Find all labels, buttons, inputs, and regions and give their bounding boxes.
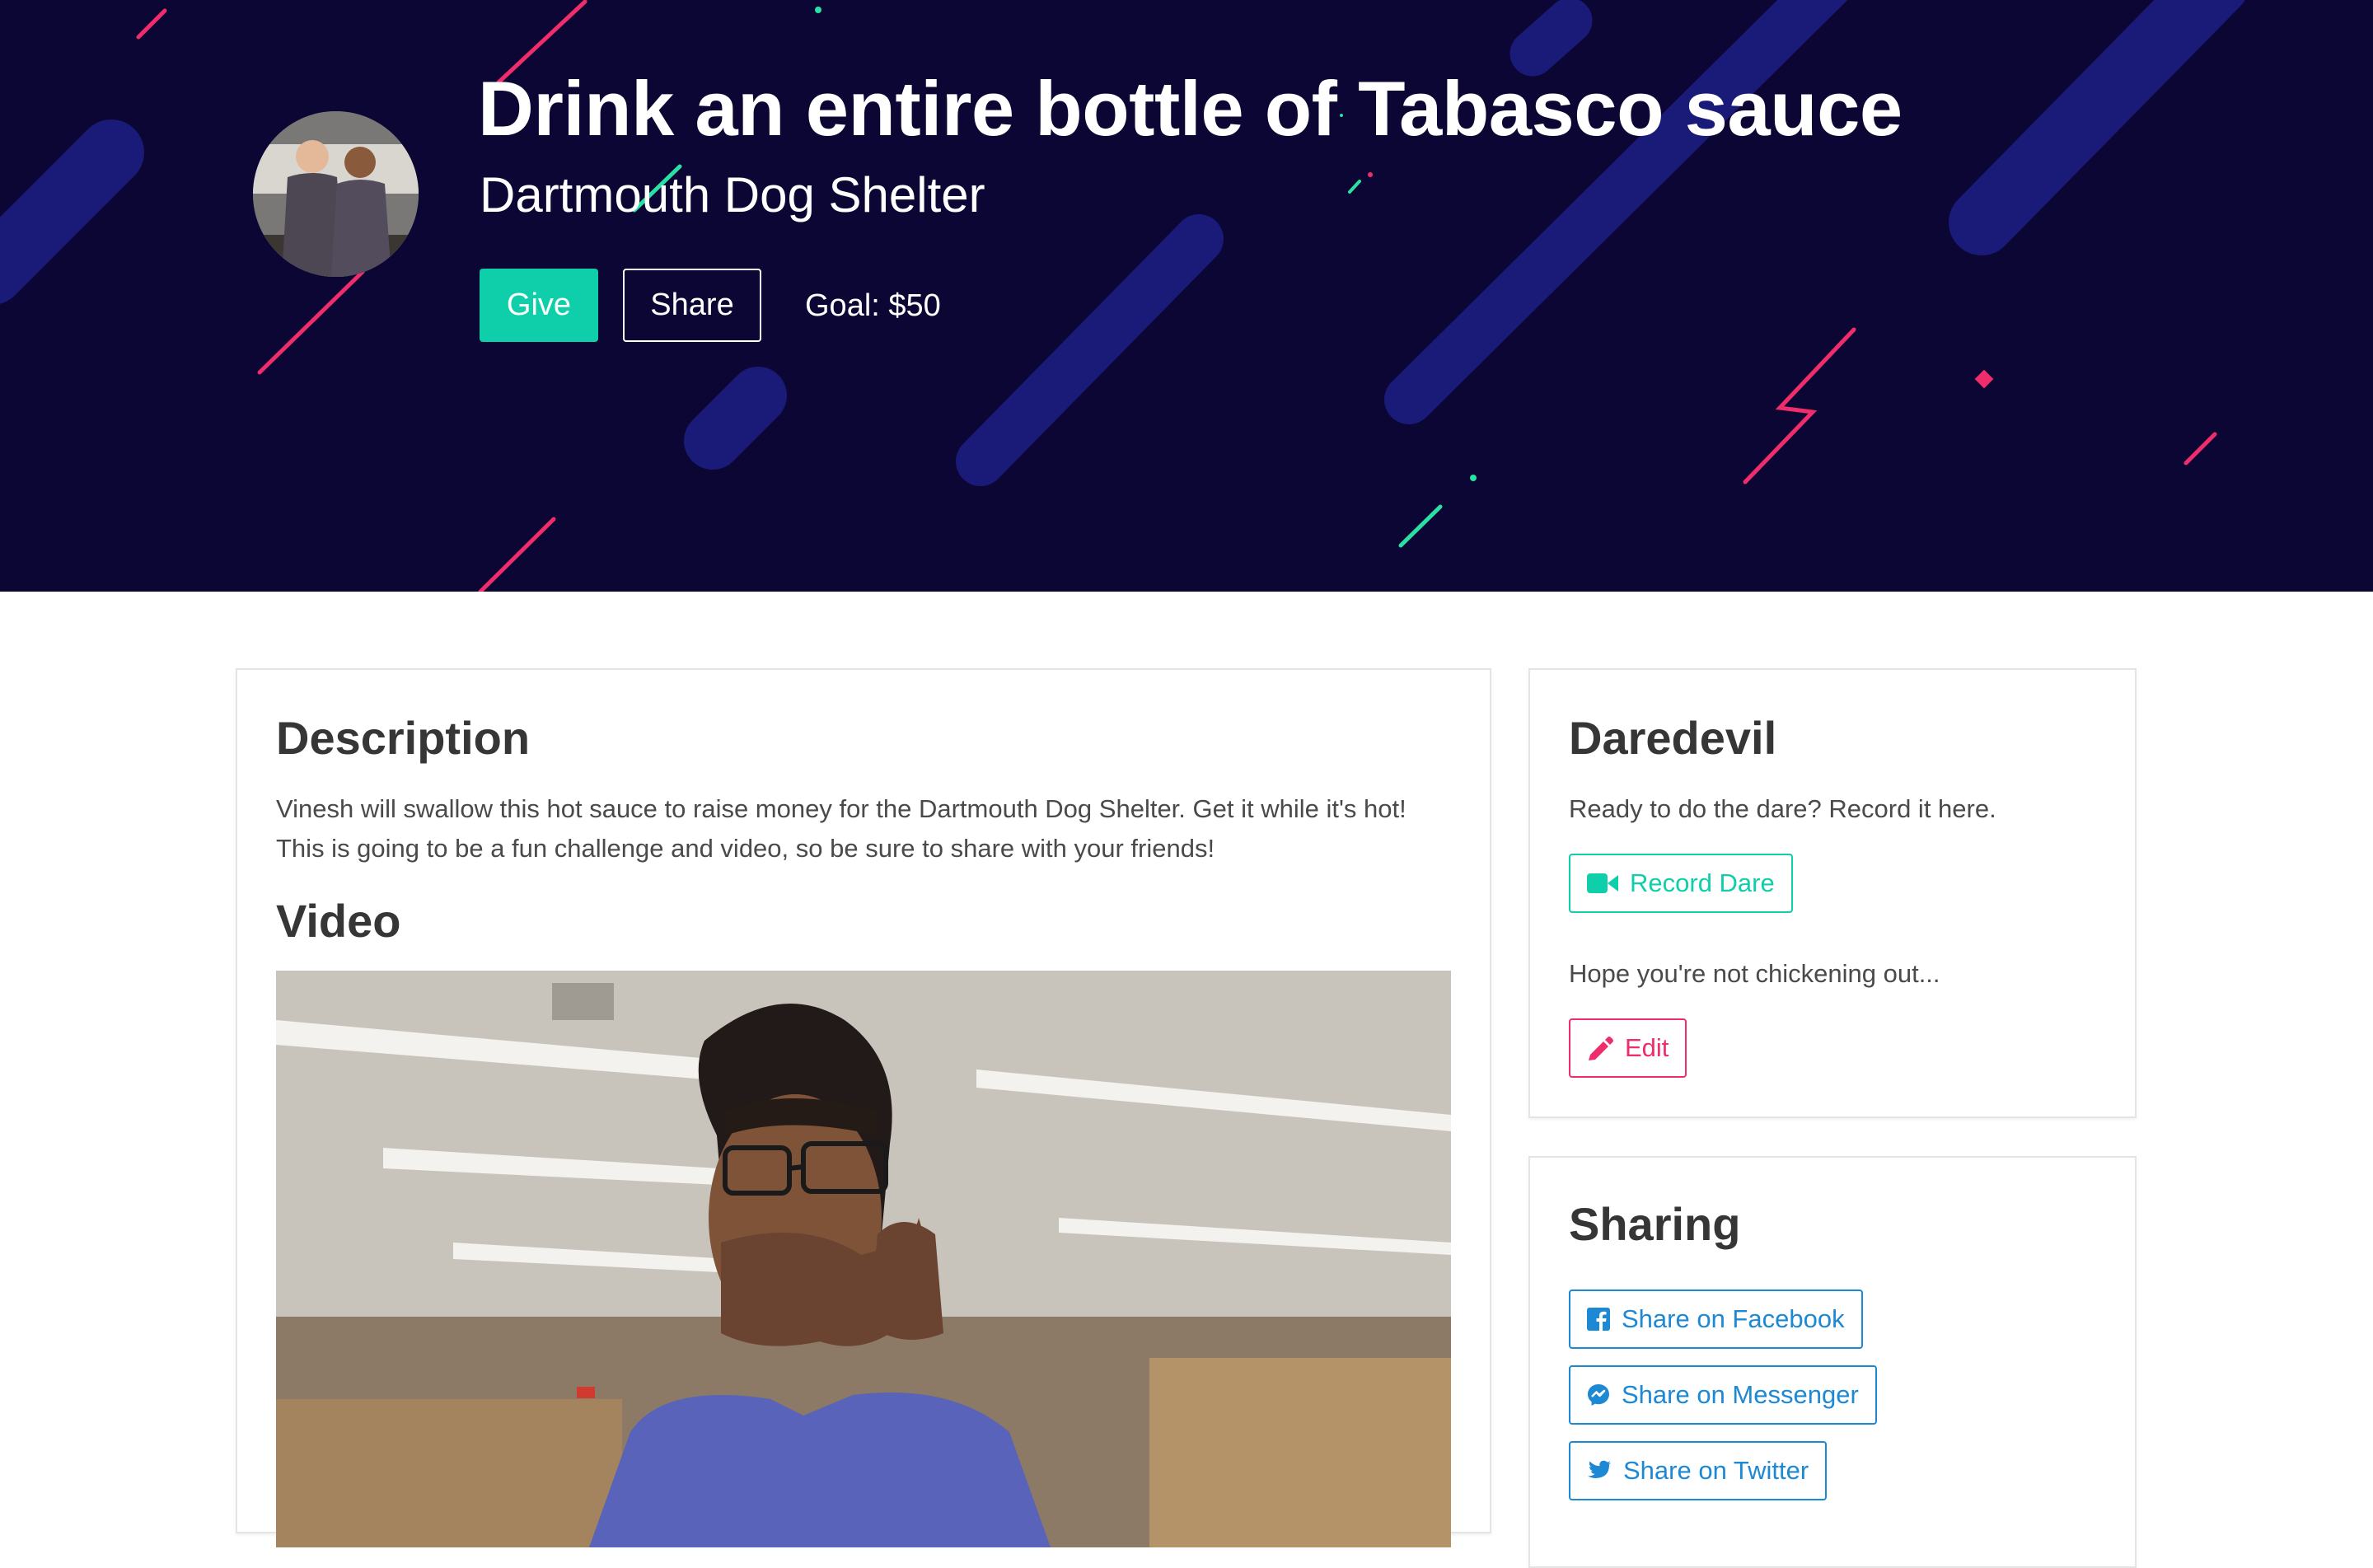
hero-banner: Drink an entire bottle of Tabasco sauce … — [0, 0, 2373, 592]
record-dare-label: Record Dare — [1630, 868, 1775, 897]
share-facebook-button[interactable]: Share on Facebook — [1569, 1290, 1863, 1349]
share-twitter-label: Share on Twitter — [1623, 1456, 1809, 1485]
daredevil-prompt: Ready to do the dare? Record it here. — [1569, 794, 1996, 823]
edit-button[interactable]: Edit — [1569, 1018, 1687, 1078]
video-camera-icon — [1587, 873, 1618, 893]
goal-amount: Goal: $50 — [805, 288, 941, 323]
daredevil-note: Hope you're not chickening out... — [1569, 959, 1940, 988]
description-heading: Description — [276, 712, 531, 764]
messenger-icon — [1588, 1384, 1609, 1406]
description-text: Vinesh will swallow this hot sauce to ra… — [276, 794, 1406, 863]
record-dare-button[interactable]: Record Dare — [1569, 854, 1793, 913]
share-messenger-label: Share on Messenger — [1622, 1380, 1859, 1409]
share-messenger-button[interactable]: Share on Messenger — [1569, 1365, 1877, 1425]
share-facebook-label: Share on Facebook — [1622, 1304, 1845, 1333]
pencil-icon — [1589, 1037, 1613, 1060]
charity-name: Dartmouth Dog Shelter — [480, 167, 985, 222]
facebook-icon — [1587, 1308, 1610, 1331]
daredevil-card: Daredevil Ready to do the dare? Record i… — [1528, 668, 2137, 1118]
sharing-heading: Sharing — [1569, 1198, 1741, 1250]
give-button[interactable]: Give — [480, 269, 598, 342]
team-photo-icon — [253, 111, 419, 277]
share-twitter-button[interactable]: Share on Twitter — [1569, 1441, 1828, 1500]
sharing-card: Sharing Share on Facebook Share on Messe… — [1528, 1156, 2137, 1568]
video-player[interactable] — [276, 971, 1451, 1547]
video-frame — [276, 971, 1451, 1547]
twitter-icon — [1588, 1460, 1611, 1478]
share-button[interactable]: Share — [623, 269, 761, 342]
team-avatar — [253, 111, 419, 277]
dare-title: Drink an entire bottle of Tabasco sauce — [478, 65, 1903, 152]
description-card: Description Vinesh will swallow this hot… — [236, 668, 1491, 1547]
daredevil-heading: Daredevil — [1569, 712, 1777, 764]
edit-label: Edit — [1625, 1033, 1669, 1062]
video-heading: Video — [276, 895, 401, 947]
